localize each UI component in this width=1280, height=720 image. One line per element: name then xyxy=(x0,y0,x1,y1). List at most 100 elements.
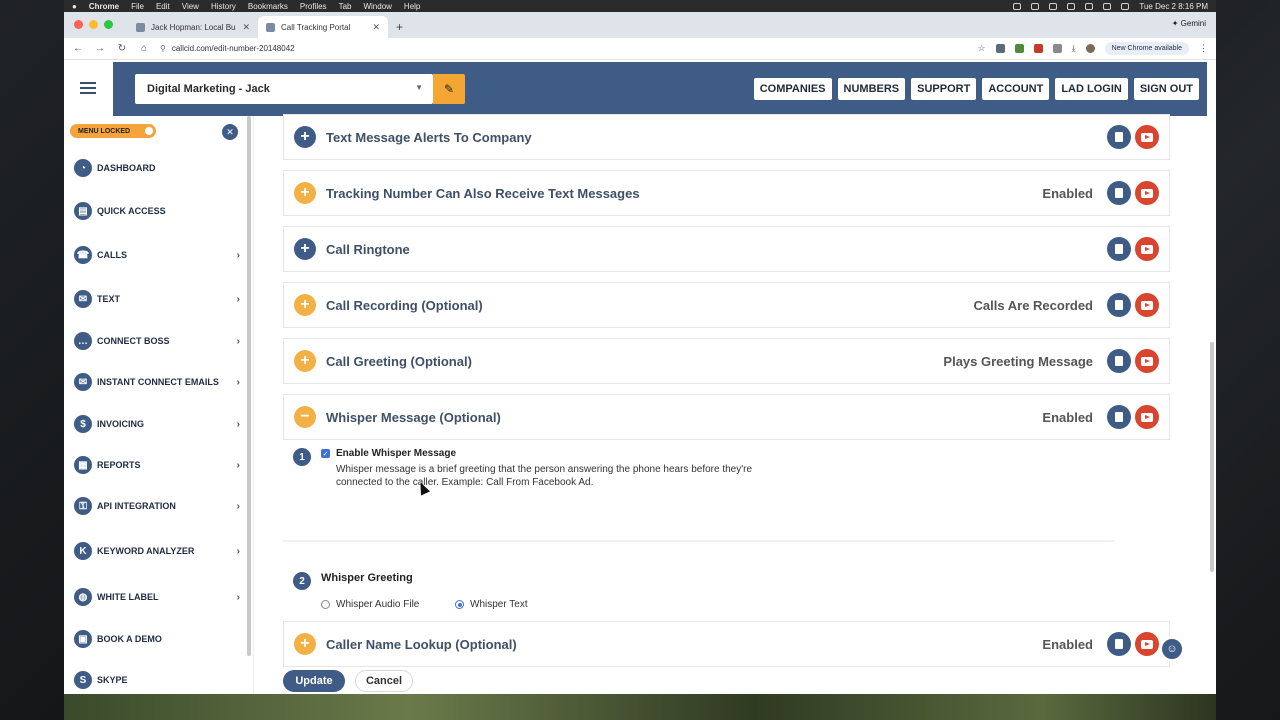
sidebar-item-instant-connect-emails[interactable]: ✉ INSTANT CONNECT EMAILS › xyxy=(74,370,240,394)
nav-lad-login[interactable]: LAD LOGIN xyxy=(1055,78,1128,100)
sidebar-item-skype[interactable]: S SKYPE xyxy=(74,668,240,692)
support-chat-icon[interactable]: ☺ xyxy=(1160,637,1184,661)
maximize-window-icon[interactable] xyxy=(104,20,113,29)
document-icon[interactable] xyxy=(1107,237,1131,261)
youtube-icon[interactable] xyxy=(1135,405,1159,429)
expand-plus-icon[interactable]: + xyxy=(294,238,316,260)
menu-locked-toggle[interactable]: MENU LOCKED xyxy=(70,124,156,138)
youtube-icon[interactable] xyxy=(1135,181,1159,205)
apple-icon[interactable]: ● xyxy=(72,2,77,11)
section-call-ringtone[interactable]: + Call Ringtone xyxy=(283,226,1170,272)
section-call-greeting[interactable]: + Call Greeting (Optional) Plays Greetin… xyxy=(283,338,1170,384)
document-icon[interactable] xyxy=(1107,349,1131,373)
expand-plus-icon[interactable]: + xyxy=(294,350,316,372)
url-text[interactable]: callcid.com/edit-number-20148042 xyxy=(172,44,295,53)
nav-sign-out[interactable]: SIGN OUT xyxy=(1133,78,1199,100)
radio-button[interactable] xyxy=(321,600,330,609)
update-button[interactable]: Update xyxy=(283,670,345,692)
pdf-extension-icon[interactable] xyxy=(1033,44,1043,53)
tray-search-icon[interactable] xyxy=(1121,2,1130,10)
sidebar-item-white-label[interactable]: ◍ WHITE LABEL › xyxy=(74,585,240,609)
document-icon[interactable] xyxy=(1107,293,1131,317)
enable-whisper-label[interactable]: Enable Whisper Message xyxy=(336,448,456,459)
expand-plus-icon[interactable]: + xyxy=(294,633,316,655)
gemini-button[interactable]: ✦ Gemini xyxy=(1172,19,1206,28)
sidebar-item-text[interactable]: ✉ TEXT › xyxy=(74,287,240,311)
reload-icon[interactable]: ↻ xyxy=(116,43,128,54)
document-icon[interactable] xyxy=(1107,125,1131,149)
menubar-clock[interactable]: Tue Dec 2 8:16 PM xyxy=(1139,2,1208,11)
sidebar-item-connect-boss[interactable]: … CONNECT BOSS › xyxy=(74,329,240,353)
document-icon[interactable] xyxy=(1107,405,1131,429)
menu-tab[interactable]: Tab xyxy=(339,2,352,11)
expand-plus-icon[interactable]: + xyxy=(294,182,316,204)
section-whisper-message[interactable]: − Whisper Message (Optional) Enabled xyxy=(283,394,1170,440)
tray-volume-icon[interactable] xyxy=(1085,2,1094,10)
new-chrome-available-button[interactable]: New Chrome available xyxy=(1104,42,1189,55)
sidebar-scrollbar[interactable] xyxy=(247,116,251,656)
home-icon[interactable]: ⌂ xyxy=(138,43,150,54)
youtube-icon[interactable] xyxy=(1135,632,1159,656)
menubar-app-name[interactable]: Chrome xyxy=(89,2,119,11)
tray-wifi-icon[interactable] xyxy=(1067,2,1076,10)
expand-plus-icon[interactable]: + xyxy=(294,294,316,316)
company-select[interactable]: Digital Marketing - Jack ▼ xyxy=(135,74,433,104)
nav-numbers[interactable]: NUMBERS xyxy=(837,78,906,100)
tray-screen-icon[interactable] xyxy=(1013,2,1022,10)
back-icon[interactable]: ← xyxy=(72,43,84,54)
sidebar-item-book-a-demo[interactable]: ▣ BOOK A DEMO xyxy=(74,627,240,651)
close-sidebar-button[interactable]: ✕ xyxy=(222,124,238,140)
hamburger-menu-icon[interactable] xyxy=(80,82,96,94)
sidebar-item-keyword-analyzer[interactable]: K KEYWORD ANALYZER › xyxy=(74,539,240,563)
collapse-minus-icon[interactable]: − xyxy=(294,406,316,428)
cancel-button[interactable]: Cancel xyxy=(355,670,413,692)
chrome-menu-icon[interactable]: ⋮ xyxy=(1199,43,1208,54)
site-info-icon[interactable]: ⚲ xyxy=(160,44,166,53)
extensions-puzzle-icon[interactable] xyxy=(1052,44,1062,53)
menu-history[interactable]: History xyxy=(211,2,236,11)
youtube-icon[interactable] xyxy=(1135,125,1159,149)
tab-call-tracking[interactable]: Call Tracking Portal ✕ xyxy=(258,16,388,38)
tray-battery-icon[interactable] xyxy=(1103,2,1112,10)
radio-button-selected[interactable] xyxy=(455,600,464,609)
forward-icon[interactable]: → xyxy=(94,43,106,54)
close-window-icon[interactable] xyxy=(74,20,83,29)
bookmark-star-icon[interactable]: ☆ xyxy=(978,43,986,54)
tab-local-business[interactable]: Jack Hopman: Local Business ✕ xyxy=(128,16,258,38)
enable-whisper-checkbox[interactable]: ✓ xyxy=(321,449,330,458)
tray-cloud-icon[interactable] xyxy=(1031,2,1040,10)
menu-window[interactable]: Window xyxy=(363,2,391,11)
menu-view[interactable]: View xyxy=(182,2,199,11)
download-icon[interactable]: ⤓ xyxy=(1072,43,1076,54)
sidebar-item-dashboard[interactable]: ◔ DASHBOARD xyxy=(74,156,240,180)
menu-profiles[interactable]: Profiles xyxy=(300,2,327,11)
document-icon[interactable] xyxy=(1107,632,1131,656)
document-icon[interactable] xyxy=(1107,181,1131,205)
section-text-message-alerts[interactable]: + Text Message Alerts To Company xyxy=(283,114,1170,160)
new-tab-button[interactable]: + xyxy=(388,20,411,38)
section-caller-name-lookup[interactable]: + Caller Name Lookup (Optional) Enabled xyxy=(283,621,1170,667)
tab-close-icon[interactable]: ✕ xyxy=(242,22,250,33)
page-scrollbar[interactable] xyxy=(1210,342,1214,572)
menu-file[interactable]: File xyxy=(131,2,144,11)
section-call-recording[interactable]: + Call Recording (Optional) Calls Are Re… xyxy=(283,282,1170,328)
expand-plus-icon[interactable]: + xyxy=(294,126,316,148)
extension-icon[interactable] xyxy=(1014,44,1024,53)
nav-account[interactable]: ACCOUNT xyxy=(982,78,1050,100)
sidebar-item-calls[interactable]: ☎ CALLS › xyxy=(74,243,240,267)
address-bar[interactable]: ⚲ callcid.com/edit-number-20148042 xyxy=(160,44,968,53)
sidebar-item-quick-access[interactable]: ▤ QUICK ACCESS xyxy=(74,199,240,223)
radio-whisper-text[interactable]: Whisper Text xyxy=(455,599,528,610)
profile-avatar[interactable] xyxy=(1085,44,1095,53)
nav-support[interactable]: SUPPORT xyxy=(911,78,977,100)
sidebar-item-api-integration[interactable]: ⚿ API INTEGRATION › xyxy=(74,494,240,518)
menu-bookmarks[interactable]: Bookmarks xyxy=(248,2,288,11)
extension-icon[interactable] xyxy=(995,44,1005,53)
tray-dropbox-icon[interactable] xyxy=(1049,2,1058,10)
nav-companies[interactable]: COMPANIES xyxy=(753,78,832,100)
menu-help[interactable]: Help xyxy=(404,2,420,11)
sidebar-item-reports[interactable]: ▦ REPORTS › xyxy=(74,453,240,477)
edit-company-button[interactable]: ✎ xyxy=(433,74,465,104)
minimize-window-icon[interactable] xyxy=(89,20,98,29)
tab-close-icon[interactable]: ✕ xyxy=(372,22,380,33)
